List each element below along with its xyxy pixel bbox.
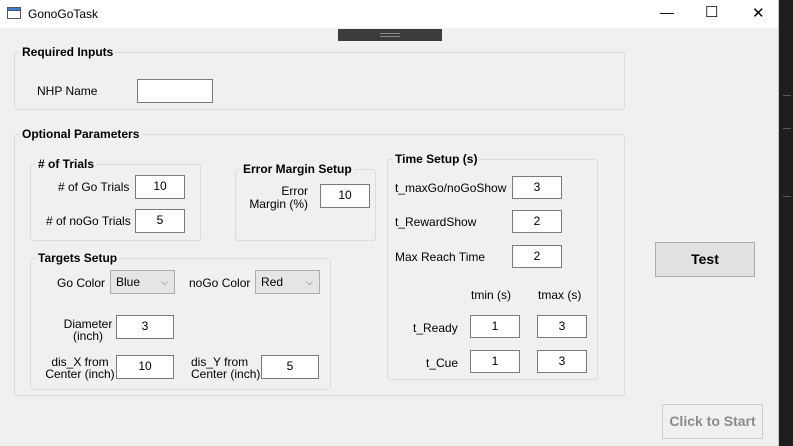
minimize-button[interactable]: — [660, 4, 674, 20]
background-strip [783, 95, 791, 96]
t-cue-label: t_Cue [426, 356, 459, 370]
drag-handle-icon [380, 33, 400, 34]
t-cue-min-input[interactable]: 1 [470, 350, 520, 373]
go-color-value: Blue [116, 275, 141, 289]
app-window-icon [7, 7, 21, 19]
nogo-color-label: noGo Color [189, 276, 251, 290]
reward-show-input[interactable]: 2 [512, 210, 562, 233]
chevron-down-icon: ⌵ [306, 277, 313, 287]
nogo-color-value: Red [261, 275, 284, 289]
go-color-label: Go Color [57, 276, 106, 290]
chevron-down-icon: ⌵ [161, 277, 168, 287]
required-inputs-group [14, 52, 625, 110]
close-button[interactable]: ✕ [752, 4, 765, 22]
diameter-input[interactable]: 3 [116, 315, 174, 339]
t-cue-max-input[interactable]: 3 [537, 350, 587, 373]
nogo-trials-input[interactable]: 5 [135, 209, 185, 233]
dis-x-input[interactable]: 10 [116, 355, 174, 379]
trials-title: # of Trials [36, 157, 97, 171]
t-ready-min-input[interactable]: 1 [470, 315, 520, 338]
maxgo-label: t_maxGo/noGoShow [395, 181, 507, 195]
required-inputs-title: Required Inputs [20, 45, 116, 59]
title-bar: GonoGoTask — ☐ ✕ [0, 0, 778, 28]
nhp-name-label: NHP Name [37, 84, 98, 98]
error-margin-title: Error Margin Setup [241, 162, 354, 176]
go-trials-input[interactable]: 10 [135, 175, 185, 199]
optional-parameters-title: Optional Parameters [20, 127, 142, 141]
t-ready-label: t_Ready [413, 321, 458, 335]
nogo-trials-label: # of noGo Trials [46, 214, 131, 228]
maximize-button[interactable]: ☐ [705, 3, 718, 21]
tmin-header: tmin (s) [471, 288, 511, 302]
drag-handle[interactable] [338, 29, 442, 41]
window-title: GonoGoTask [28, 7, 99, 21]
max-reach-input[interactable]: 2 [512, 245, 562, 268]
app-window: GonoGoTask — ☐ ✕ Required Inputs NHP Nam… [0, 0, 779, 446]
go-color-select[interactable]: Blue ⌵ [110, 270, 175, 294]
go-trials-label: # of Go Trials [58, 180, 130, 194]
dis-y-label: dis_Y from Center (inch) [191, 355, 261, 381]
nogo-color-select[interactable]: Red ⌵ [255, 270, 320, 294]
nhp-name-input[interactable] [137, 79, 213, 103]
t-ready-max-input[interactable]: 3 [537, 315, 587, 338]
maxgo-input[interactable]: 3 [512, 176, 562, 199]
reward-show-label: t_RewardShow [395, 215, 477, 229]
max-reach-label: Max Reach Time [395, 250, 486, 264]
start-button[interactable]: Click to Start [662, 404, 763, 439]
dis-y-input[interactable]: 5 [261, 355, 319, 379]
error-margin-input[interactable]: 10 [320, 184, 370, 208]
time-setup-title: Time Setup (s) [393, 152, 480, 166]
error-margin-label: Error Margin (%) [249, 184, 308, 211]
tmax-header: tmax (s) [538, 288, 582, 302]
test-button[interactable]: Test [655, 242, 755, 277]
dis-x-label: dis_X from Center (inch) [45, 355, 115, 381]
targets-setup-title: Targets Setup [36, 251, 120, 265]
diameter-label: Diameter (inch) [63, 317, 113, 343]
